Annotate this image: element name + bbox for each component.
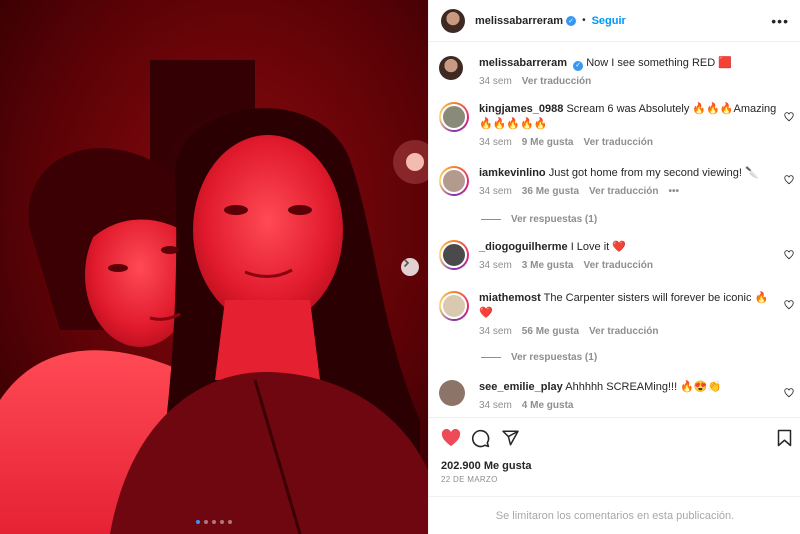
translate-link[interactable]: Ver traducción [522,74,591,89]
translate-link[interactable]: Ver traducción [583,258,652,273]
post-photo [0,0,428,534]
comment-text: I Love it ❤️ [570,241,626,253]
chevron-right-icon [403,258,410,268]
more-options-button[interactable]: ••• [771,13,789,29]
separator-dot: • [582,15,586,26]
send-icon[interactable] [501,429,520,447]
view-replies-button[interactable]: Ver respuestas (1) [481,214,597,225]
carousel-dots [196,520,232,524]
comment-text: Just got home from my second viewing! 🔪 [548,167,759,179]
view-replies-label: Ver respuestas (1) [511,352,598,363]
translate-link[interactable]: Ver traducción [589,184,658,199]
more-horizontal-icon: ••• [771,13,789,29]
comment-username[interactable]: kingjames_0988 [479,103,563,115]
avatar[interactable] [439,380,465,406]
comment-time[interactable]: 34 sem [479,74,512,89]
comments-feed[interactable]: melissabarreram ✓ Now I see something RE… [429,43,800,417]
carousel-dot[interactable] [212,520,216,524]
post-author-username[interactable]: melissabarreram [475,15,563,27]
verified-check-icon: ✓ [566,15,577,26]
instagram-post-modal: melissabarreram ✓ • Seguir ••• melissaba… [0,0,800,534]
translate-link[interactable]: Ver traducción [583,135,652,150]
comment-time[interactable]: 34 sem [479,135,512,150]
comment-time[interactable]: 34 sem [479,324,512,339]
post-actions: 202.900 Me gusta 22 DE MARZO [429,417,800,493]
view-replies-button[interactable]: Ver respuestas (1) [481,352,597,363]
comment-likes[interactable]: 3 Me gusta [522,258,574,273]
heart-outline-icon[interactable] [784,250,794,260]
carousel-dot[interactable] [204,520,208,524]
translate-link[interactable]: Ver traducción [589,324,658,339]
comment-time[interactable]: 34 sem [479,258,512,273]
caption-text: Now I see something RED 🟥 [586,57,732,69]
comment-username[interactable]: iamkevinlino [479,167,546,179]
replies-divider [481,219,501,220]
avatar[interactable] [439,240,469,270]
comment-likes[interactable]: 56 Me gusta [522,324,579,339]
replies-divider [481,357,501,358]
bookmark-icon[interactable] [777,429,792,447]
comment-username[interactable]: see_emilie_play [479,381,563,393]
carousel-next-button[interactable] [401,258,419,276]
avatar[interactable] [439,56,463,80]
avatar[interactable] [439,291,469,321]
avatar[interactable] [441,8,465,33]
post-header: melissabarreram ✓ • Seguir ••• [429,0,800,42]
photo-image [0,0,428,534]
likes-count[interactable]: 202.900 Me gusta [441,460,532,472]
comment-likes[interactable]: 36 Me gusta [522,184,579,199]
comment-username[interactable]: miathemost [479,292,541,304]
post-side-panel: melissabarreram ✓ • Seguir ••• melissaba… [428,0,800,534]
avatar[interactable] [439,102,469,132]
heart-outline-icon[interactable] [784,175,794,185]
caption-username[interactable]: melissabarreram [479,57,567,69]
comment-icon[interactable] [471,429,490,448]
post-date[interactable]: 22 DE MARZO [441,475,498,484]
comment-username[interactable]: _diogoguilherme [479,241,568,253]
comment-likes[interactable]: 4 Me gusta [522,398,574,413]
heart-outline-icon[interactable] [784,300,794,310]
heart-filled-icon[interactable] [441,429,461,447]
view-replies-label: Ver respuestas (1) [511,214,598,225]
carousel-dot[interactable] [220,520,224,524]
follow-button[interactable]: Seguir [592,15,626,27]
carousel-dot[interactable] [228,520,232,524]
comments-limited-text: Se limitaron los comentarios en esta pub… [495,509,735,522]
avatar[interactable] [439,166,469,196]
comment-likes[interactable]: 9 Me gusta [522,135,574,150]
comment-time[interactable]: 34 sem [479,184,512,199]
comments-limited-notice: Se limitaron los comentarios en esta pub… [429,496,800,534]
heart-outline-icon[interactable] [784,388,794,398]
comment-time[interactable]: 34 sem [479,398,512,413]
carousel-dot[interactable] [196,520,200,524]
comment-text: Ahhhhh SCREAMing!!! 🔥😍👏 [565,381,722,393]
heart-outline-icon[interactable] [784,112,794,122]
verified-check-icon: ✓ [573,60,584,71]
comment-more-button[interactable]: ••• [669,184,680,199]
